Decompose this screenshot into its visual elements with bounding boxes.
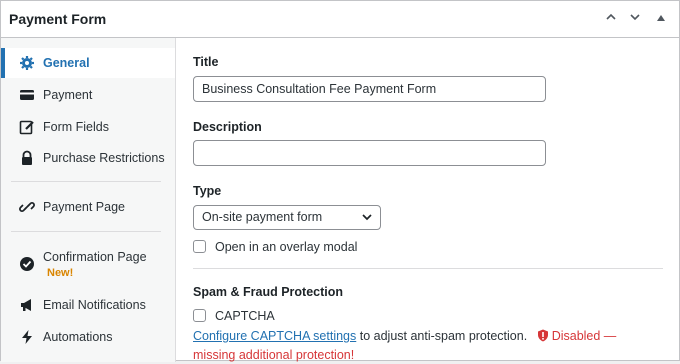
chevron-down-icon[interactable] — [625, 9, 645, 29]
sidebar-item-general[interactable]: General — [1, 48, 175, 78]
sidebar-divider — [11, 181, 161, 182]
description-label: Description — [193, 120, 262, 134]
triangle-up-icon[interactable] — [651, 9, 671, 29]
spam-protection-heading: Spam & Fraud Protection — [193, 285, 344, 299]
sidebar-item-label: Automations — [43, 330, 113, 344]
sidebar-divider — [11, 231, 161, 232]
overlay-modal-label: Open in an overlay modal — [215, 240, 358, 254]
sidebar-item-label: Payment Page — [43, 200, 125, 214]
checkbox-box[interactable] — [193, 309, 206, 322]
payment-form-panel: Payment Form General Payment Form Fields… — [0, 0, 680, 362]
panel-title: Payment Form — [9, 11, 107, 27]
sidebar-item-label: Form Fields — [43, 120, 109, 134]
captcha-help-text: Configure CAPTCHA settings to adjust ant… — [193, 328, 653, 364]
captcha-checkbox[interactable]: CAPTCHA — [193, 309, 313, 325]
bolt-icon — [19, 329, 35, 345]
sidebar-item-label: Payment — [43, 88, 93, 102]
sidebar-item-confirmation-page[interactable]: Confirmation Page New! — [1, 242, 175, 284]
overlay-modal-checkbox[interactable]: Open in an overlay modal — [193, 240, 393, 256]
settings-content: Title Business Consultation Fee Payment … — [177, 38, 679, 362]
check-circle-icon — [19, 256, 35, 272]
section-divider — [193, 268, 663, 269]
sidebar-item-label: Purchase Restrictions — [43, 151, 165, 165]
lock-icon — [19, 150, 35, 166]
chevron-down-icon — [360, 209, 374, 223]
title-label: Title — [193, 55, 219, 69]
megaphone-icon — [19, 297, 35, 313]
new-badge: New! — [47, 267, 74, 279]
card-icon — [19, 87, 35, 103]
sidebar-item-label: General — [43, 56, 90, 70]
sidebar-item-automations[interactable]: Automations — [1, 322, 175, 352]
sidebar-item-purchase-restrictions[interactable]: Purchase Restrictions — [1, 143, 175, 173]
type-select[interactable]: On-site payment form — [193, 205, 381, 230]
help-text: to adjust anti-spam protection. — [356, 329, 528, 343]
sidebar-item-payment-page[interactable]: Payment Page — [1, 192, 175, 222]
gear-icon — [19, 55, 35, 71]
sidebar-item-form-fields[interactable]: Form Fields — [1, 112, 175, 142]
type-select-value: On-site payment form — [202, 210, 323, 224]
settings-sidebar: General Payment Form Fields Purchase Res… — [1, 38, 176, 362]
checkbox-box[interactable] — [193, 240, 206, 253]
sidebar-item-payment[interactable]: Payment — [1, 80, 175, 110]
description-input[interactable] — [193, 140, 546, 166]
chevron-up-icon[interactable] — [601, 9, 621, 29]
configure-captcha-link[interactable]: Configure CAPTCHA settings — [193, 329, 356, 343]
sidebar-item-email-notifications[interactable]: Email Notifications — [1, 290, 175, 320]
link-icon — [19, 199, 35, 215]
edit-icon — [19, 119, 35, 135]
sidebar-item-label: Email Notifications — [43, 298, 146, 312]
shield-warning-icon — [537, 329, 549, 347]
type-label: Type — [193, 184, 222, 198]
panel-header: Payment Form — [1, 1, 679, 38]
title-input[interactable]: Business Consultation Fee Payment Form — [193, 76, 546, 102]
sidebar-item-label: Confirmation Page — [43, 250, 147, 264]
captcha-label: CAPTCHA — [215, 309, 275, 323]
